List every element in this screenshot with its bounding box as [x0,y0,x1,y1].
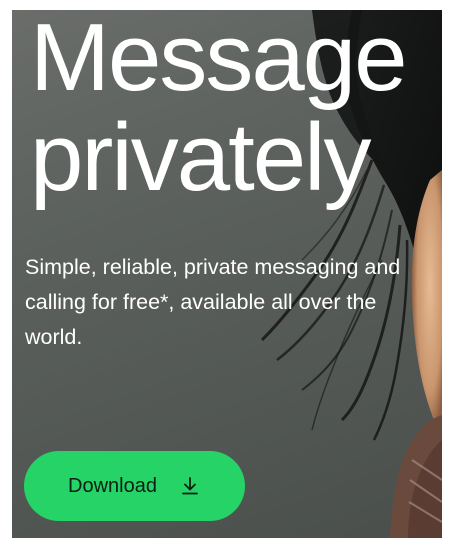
headline-line-2: privately [30,104,371,211]
download-icon [179,475,201,497]
hero-description: Simple, reliable, private messaging and … [25,255,401,349]
download-button[interactable]: Download [24,451,245,521]
hero-section: Message privately Simple, reliable, priv… [12,10,442,538]
headline-line-1: Message [30,10,408,111]
download-button-label: Download [68,474,157,497]
page-title: Message privately [30,10,408,211]
